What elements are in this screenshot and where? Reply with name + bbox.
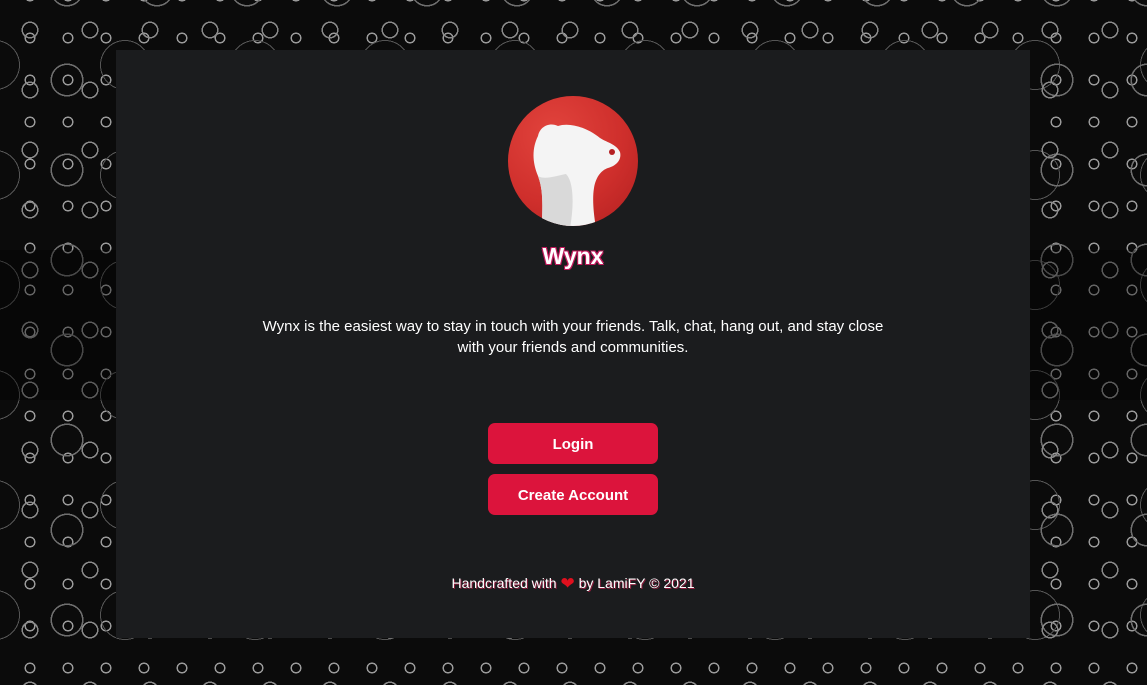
footer-suffix: by LamiFY © 2021 xyxy=(578,575,695,591)
app-description: Wynx is the easiest way to stay in touch… xyxy=(262,318,884,356)
heart-icon: ❤ xyxy=(560,574,575,593)
app-logo xyxy=(508,96,638,226)
create-account-button[interactable]: Create Account xyxy=(488,474,658,515)
welcome-card: Wynx Wynx is the easiest way to stay in … xyxy=(116,50,1030,638)
app-title: Wynx xyxy=(542,243,604,269)
footer-credit: Handcrafted with ❤ by LamiFY © 2021 xyxy=(116,574,1030,594)
footer-prefix: Handcrafted with xyxy=(451,575,557,591)
bear-head-icon xyxy=(533,124,621,226)
login-button[interactable]: Login xyxy=(488,423,658,464)
